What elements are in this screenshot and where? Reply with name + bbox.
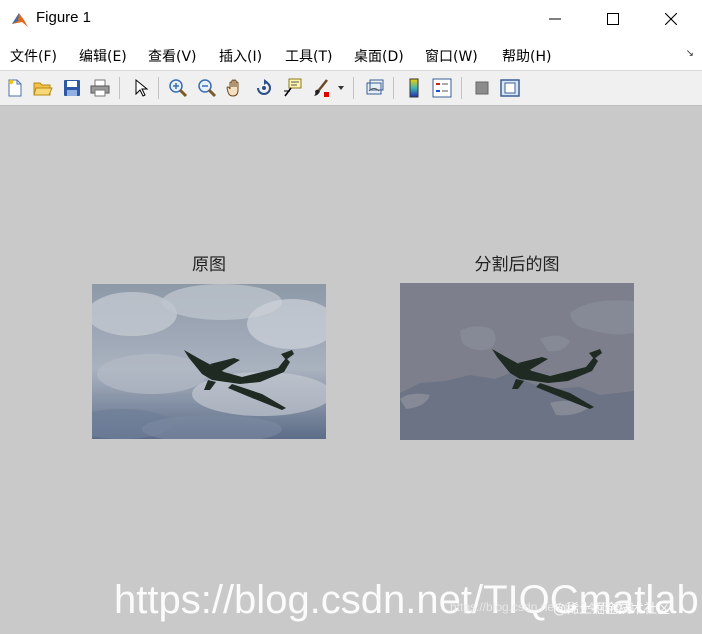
menu-edit[interactable]: 编辑(E) bbox=[79, 46, 127, 66]
minimize-button[interactable] bbox=[526, 0, 584, 38]
save-icon bbox=[64, 80, 80, 96]
brush-button[interactable] bbox=[309, 76, 333, 100]
watermark-tag: @稀土掘金技术社区 bbox=[553, 602, 671, 617]
data-cursor-icon bbox=[284, 78, 302, 97]
maximize-button[interactable] bbox=[584, 0, 642, 38]
open-file-button[interactable] bbox=[31, 76, 55, 100]
minimize-icon bbox=[549, 18, 561, 20]
toolbar-separator bbox=[119, 77, 120, 99]
legend-icon bbox=[432, 78, 452, 98]
colorbar-icon bbox=[409, 78, 419, 98]
print-icon bbox=[90, 79, 110, 97]
link-plot-icon bbox=[366, 79, 384, 95]
title-bar[interactable]: Figure 1 bbox=[0, 0, 702, 38]
data-cursor-button[interactable] bbox=[281, 76, 305, 100]
new-figure-button[interactable] bbox=[3, 76, 27, 100]
link-plot-button[interactable] bbox=[363, 76, 387, 100]
window-title: Figure 1 bbox=[36, 9, 92, 26]
menu-file[interactable]: 文件(F) bbox=[10, 46, 57, 66]
menu-desktop[interactable]: 桌面(D) bbox=[354, 46, 404, 66]
axes-title-segmented: 分割后的图 bbox=[474, 255, 560, 275]
figure-toolbar bbox=[0, 71, 702, 106]
brush-dropdown-button[interactable] bbox=[334, 76, 348, 100]
new-figure-icon bbox=[8, 79, 22, 97]
insert-legend-button[interactable] bbox=[430, 76, 454, 100]
print-button[interactable] bbox=[88, 76, 112, 100]
menu-bar: 文件(F) 编辑(E) 查看(V) 插入(I) 工具(T) 桌面(D) 窗口(W… bbox=[0, 38, 702, 71]
toolbar-separator bbox=[158, 77, 159, 99]
pointer-icon bbox=[135, 78, 149, 97]
menu-help[interactable]: 帮助(H) bbox=[502, 46, 551, 66]
axes-title-original: 原图 bbox=[192, 255, 226, 275]
zoom-in-icon bbox=[169, 79, 188, 98]
close-icon bbox=[665, 13, 677, 25]
dock-arrow-icon[interactable]: ↘ bbox=[686, 48, 694, 59]
menu-window[interactable]: 窗口(W) bbox=[425, 46, 478, 66]
pan-button[interactable] bbox=[223, 76, 247, 100]
insert-colorbar-button[interactable] bbox=[402, 76, 426, 100]
brush-icon bbox=[314, 79, 329, 97]
original-image-plot bbox=[92, 284, 326, 439]
toolbar-separator bbox=[393, 77, 394, 99]
menu-tools[interactable]: 工具(T) bbox=[285, 46, 332, 66]
toolbar-separator bbox=[461, 77, 462, 99]
hide-plot-tools-button[interactable] bbox=[470, 76, 494, 100]
figure-window: Figure 1 文件(F) 编辑(E) 查看(V) 插入(I) 工具(T) 桌… bbox=[0, 0, 702, 634]
segmented-image-plot bbox=[400, 283, 634, 440]
matlab-logo-icon bbox=[12, 13, 28, 27]
save-button[interactable] bbox=[60, 76, 84, 100]
maximize-icon bbox=[607, 13, 619, 25]
menu-view[interactable]: 查看(V) bbox=[148, 46, 197, 66]
rotate-3d-icon bbox=[257, 79, 271, 95]
show-plot-tools-icon bbox=[500, 79, 520, 97]
chevron-down-icon bbox=[338, 86, 344, 90]
original-image[interactable] bbox=[92, 284, 326, 439]
rotate-3d-button[interactable] bbox=[252, 76, 276, 100]
hide-plot-tools-icon bbox=[475, 81, 489, 95]
close-button[interactable] bbox=[642, 0, 700, 38]
segmented-image[interactable] bbox=[400, 283, 634, 440]
show-plot-tools-button[interactable] bbox=[498, 76, 522, 100]
pan-hand-icon bbox=[226, 79, 239, 97]
open-file-icon bbox=[33, 82, 53, 96]
zoom-in-button[interactable] bbox=[166, 76, 190, 100]
zoom-out-button[interactable] bbox=[195, 76, 219, 100]
menu-insert[interactable]: 插入(I) bbox=[219, 46, 262, 66]
pointer-button[interactable] bbox=[129, 76, 153, 100]
zoom-out-icon bbox=[198, 79, 217, 98]
toolbar-separator bbox=[353, 77, 354, 99]
